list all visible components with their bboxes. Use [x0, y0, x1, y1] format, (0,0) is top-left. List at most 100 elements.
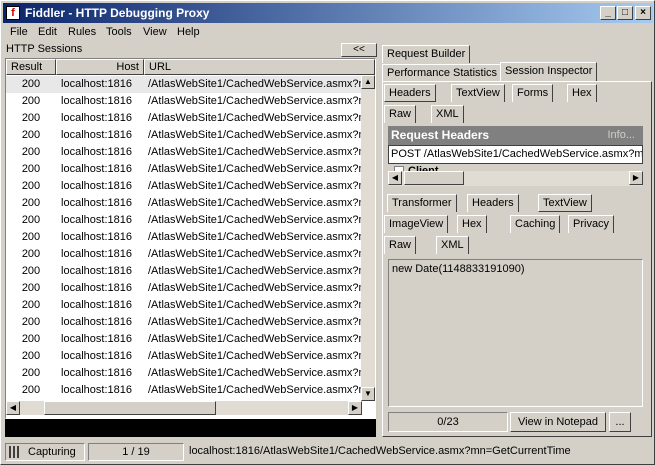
tab-req-raw[interactable]: Raw: [384, 105, 417, 123]
table-row[interactable]: 200 localhost:1816/AtlasWebSite1/CachedWe…: [6, 161, 366, 178]
table-row[interactable]: 200 localhost:1816/AtlasWebSite1/CachedWe…: [6, 331, 366, 348]
view-in-notepad-button[interactable]: View in Notepad: [510, 412, 606, 432]
url-cell: /AtlasWebSite1/CachedWebService.asmx?mn=: [148, 146, 366, 158]
table-row[interactable]: 200 localhost:1816/AtlasWebSite1/CachedWe…: [6, 314, 366, 331]
result-cell: 200: [21, 78, 41, 90]
tab-res-textview[interactable]: TextView: [538, 194, 592, 212]
maximize-button[interactable]: □: [617, 6, 633, 20]
menu-file[interactable]: File: [10, 26, 28, 38]
table-row[interactable]: 200 localhost:1816/AtlasWebSite1/CachedWe…: [6, 76, 366, 93]
req-scroll-thumb[interactable]: [404, 171, 464, 185]
tab-req-headers[interactable]: Headers: [384, 84, 436, 102]
tab-res-privacy[interactable]: Privacy: [568, 215, 615, 233]
scroll-up-icon[interactable]: ▲: [361, 75, 375, 89]
result-cell: 200: [21, 384, 41, 396]
tab-res-caching[interactable]: Caching: [510, 215, 561, 233]
tab-res-xml[interactable]: XML: [436, 236, 469, 254]
table-row[interactable]: 200 localhost:1816/AtlasWebSite1/CachedWe…: [6, 144, 366, 161]
url-cell: /AtlasWebSite1/CachedWebService.asmx?mn=: [148, 112, 366, 124]
response-textview[interactable]: new Date(1148833191090): [388, 259, 643, 407]
title-bar: f Fiddler - HTTP Debugging Proxy _ □ ×: [3, 3, 653, 23]
collapse-button[interactable]: <<: [341, 43, 377, 57]
quickexec-bar[interactable]: [5, 419, 376, 437]
menu-edit[interactable]: Edit: [38, 26, 57, 38]
host-cell: localhost:1816: [61, 384, 132, 396]
column-url[interactable]: URL: [144, 59, 375, 75]
url-cell: /AtlasWebSite1/CachedWebService.asmx?mn=: [148, 265, 366, 277]
table-row[interactable]: 200 localhost:1816/AtlasWebSite1/CachedWe…: [6, 127, 366, 144]
menu-view[interactable]: View: [143, 26, 167, 38]
host-cell: localhost:1816: [61, 163, 132, 175]
tab-performance-statistics[interactable]: Performance Statistics: [382, 64, 503, 82]
table-row[interactable]: 200 localhost:1816/AtlasWebSite1/CachedWe…: [6, 280, 366, 297]
url-cell: /AtlasWebSite1/CachedWebService.asmx?mn=: [148, 316, 366, 328]
table-row[interactable]: 200 localhost:1816/AtlasWebSite1/CachedWe…: [6, 229, 366, 246]
minimize-button[interactable]: _: [600, 6, 616, 20]
tab-req-textview[interactable]: TextView: [451, 84, 505, 102]
url-cell: /AtlasWebSite1/CachedWebService.asmx?mn=: [148, 231, 366, 243]
grid-header: Result Host URL: [6, 59, 375, 75]
table-row[interactable]: 200 localhost:1816/AtlasWebSite1/CachedWe…: [6, 212, 366, 229]
table-row[interactable]: 200 localhost:1816/AtlasWebSite1/CachedWe…: [6, 110, 366, 127]
tab-res-hex[interactable]: Hex: [457, 215, 487, 233]
tab-req-hex[interactable]: Hex: [567, 84, 597, 102]
table-row[interactable]: 200 localhost:1816/AtlasWebSite1/CachedWe…: [6, 195, 366, 212]
tab-res-imageview[interactable]: ImageView: [384, 215, 449, 233]
host-cell: localhost:1816: [61, 316, 132, 328]
tab-res-raw[interactable]: Raw: [384, 236, 417, 254]
host-cell: localhost:1816: [61, 282, 132, 294]
scroll-right-icon[interactable]: ▶: [348, 401, 362, 415]
tab-request-builder[interactable]: Request Builder: [382, 45, 471, 63]
host-cell: localhost:1816: [61, 333, 132, 345]
main-window: f Fiddler - HTTP Debugging Proxy _ □ × F…: [0, 0, 655, 465]
host-cell: localhost:1816: [61, 78, 132, 90]
vertical-scrollbar[interactable]: ▲ ▼: [361, 75, 375, 401]
url-cell: /AtlasWebSite1/CachedWebService.asmx?mn=: [148, 384, 366, 396]
scroll-down-icon[interactable]: ▼: [361, 387, 375, 401]
result-cell: 200: [21, 129, 41, 141]
tab-req-xml[interactable]: XML: [431, 105, 464, 123]
column-host[interactable]: Host: [56, 59, 144, 75]
request-hscroll[interactable]: ◀ ▶: [388, 171, 643, 186]
req-scroll-left-icon[interactable]: ◀: [388, 171, 402, 185]
column-result[interactable]: Result: [6, 59, 56, 75]
table-row[interactable]: 200 localhost:1816/AtlasWebSite1/CachedWe…: [6, 178, 366, 195]
menu-tools[interactable]: Tools: [106, 26, 132, 38]
url-cell: /AtlasWebSite1/CachedWebService.asmx?mn=: [148, 95, 366, 107]
table-row[interactable]: 200 localhost:1816/AtlasWebSite1/CachedWe…: [6, 246, 366, 263]
result-cell: 200: [21, 180, 41, 192]
session-count: 1 / 19: [88, 443, 184, 461]
scroll-thumb[interactable]: [44, 401, 216, 415]
tab-res-headers[interactable]: Headers: [467, 194, 519, 212]
table-row[interactable]: 200 localhost:1816/AtlasWebSite1/CachedWe…: [6, 348, 366, 365]
table-row[interactable]: 200 localhost:1816/AtlasWebSite1/CachedWe…: [6, 297, 366, 314]
host-cell: localhost:1816: [61, 367, 132, 379]
url-cell: /AtlasWebSite1/CachedWebService.asmx?mn=: [148, 333, 366, 345]
response-count: 0/23: [388, 412, 508, 432]
result-cell: 200: [21, 299, 41, 311]
table-row[interactable]: 200 localhost:1816/AtlasWebSite1/CachedWe…: [6, 93, 366, 110]
result-cell: 200: [21, 316, 41, 328]
result-cell: 200: [21, 197, 41, 209]
ellipsis-button[interactable]: ...: [609, 412, 631, 432]
result-cell: 200: [21, 333, 41, 345]
tab-req-forms[interactable]: Forms: [512, 84, 554, 102]
info-link[interactable]: Info...: [607, 126, 635, 145]
capturing-pane[interactable]: Capturing: [5, 443, 85, 461]
scroll-left-icon[interactable]: ◀: [6, 401, 20, 415]
result-cell: 200: [21, 214, 41, 226]
request-line: POST /AtlasWebSite1/CachedWebService.asm…: [388, 145, 643, 164]
sessions-grid[interactable]: Result Host URL 200 localhost:1816/AtlasW…: [5, 58, 376, 419]
menu-rules[interactable]: Rules: [68, 26, 96, 38]
table-row[interactable]: 200 localhost:1816/AtlasWebSite1/CachedWe…: [6, 382, 366, 399]
table-row[interactable]: 200 localhost:1816/AtlasWebSite1/CachedWe…: [6, 365, 366, 382]
menu-help[interactable]: Help: [177, 26, 200, 38]
req-scroll-right-icon[interactable]: ▶: [629, 171, 643, 185]
host-cell: localhost:1816: [61, 231, 132, 243]
host-cell: localhost:1816: [61, 350, 132, 362]
horizontal-scrollbar[interactable]: ◀ ▶: [6, 401, 362, 415]
table-row[interactable]: 200 localhost:1816/AtlasWebSite1/CachedWe…: [6, 263, 366, 280]
close-button[interactable]: ×: [635, 6, 651, 20]
tab-res-transformer[interactable]: Transformer: [387, 194, 457, 212]
tab-session-inspector[interactable]: Session Inspector: [500, 62, 598, 82]
